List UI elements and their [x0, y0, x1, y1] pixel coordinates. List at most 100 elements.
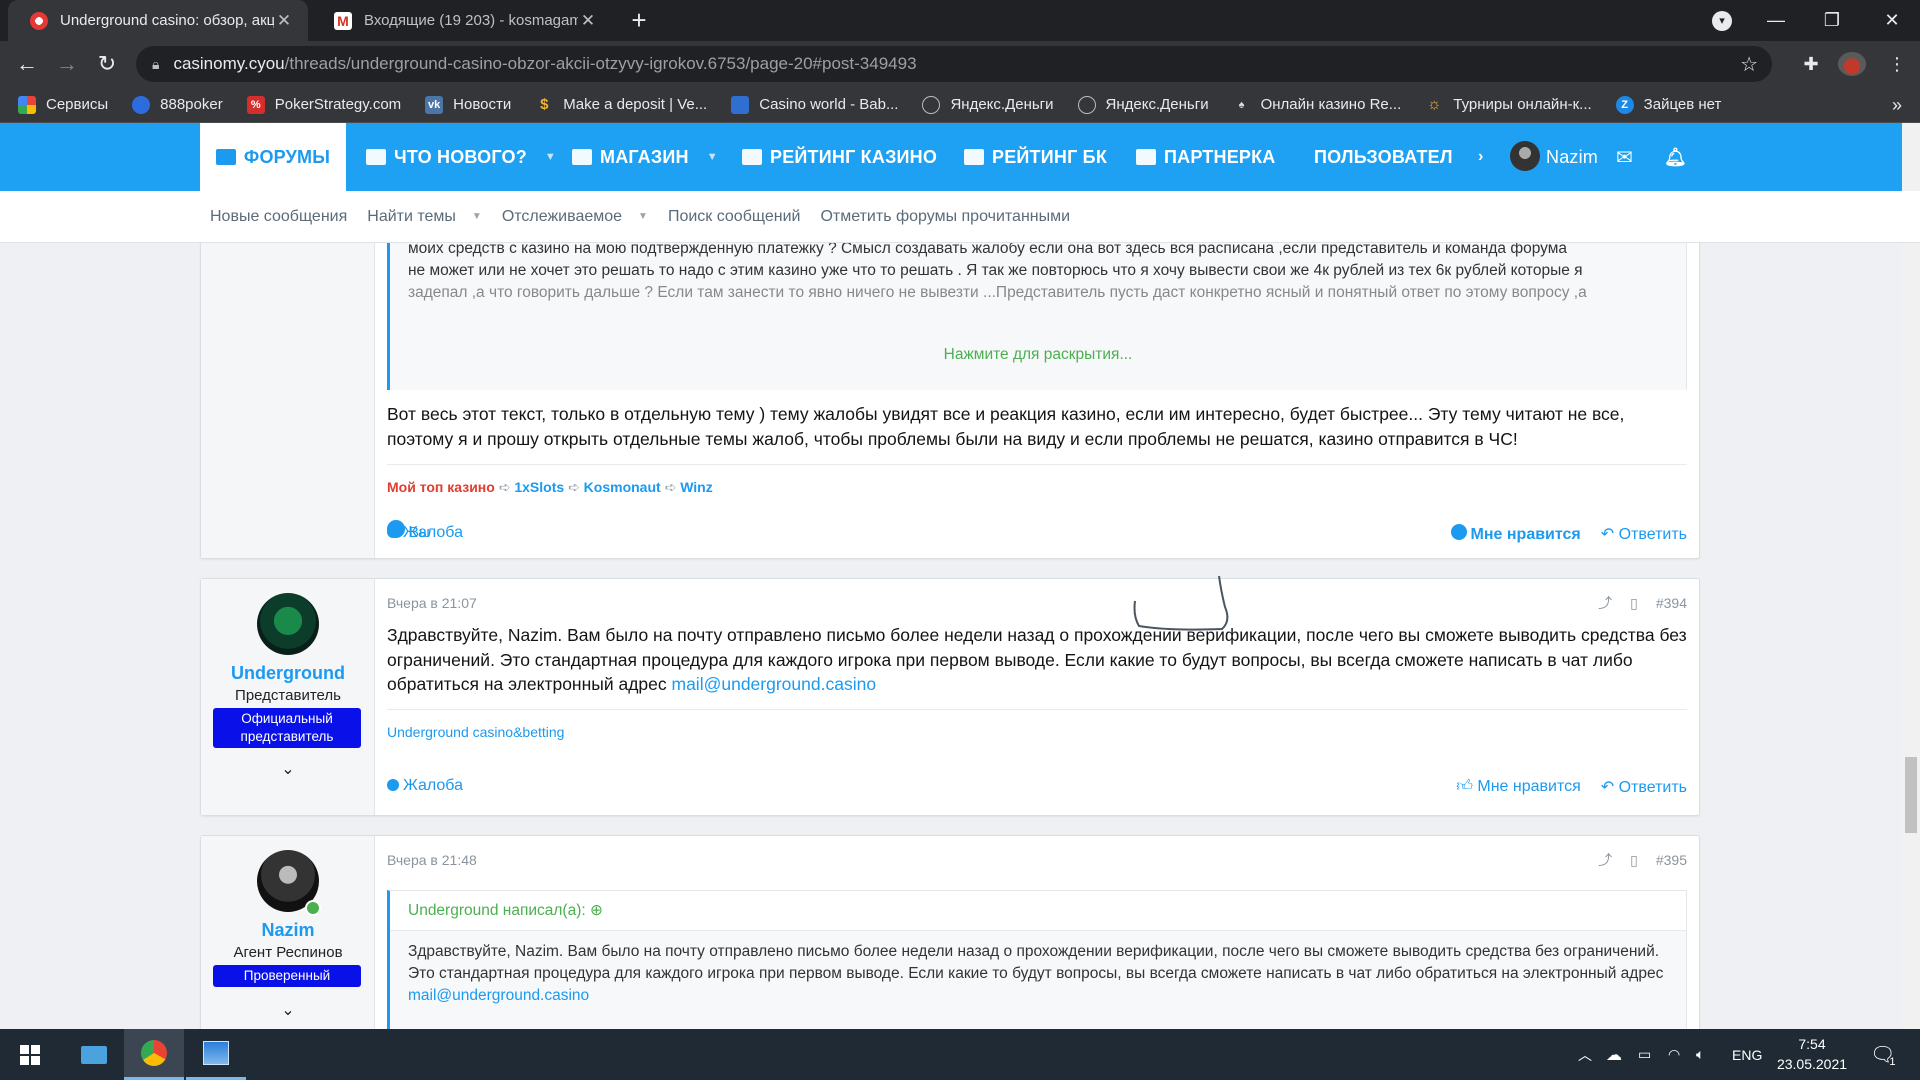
chrome-taskbar-icon[interactable] [124, 1029, 184, 1080]
avatar[interactable] [257, 593, 319, 655]
nav-users[interactable]: ПОЛЬЗОВАТЕЛ [1306, 123, 1452, 191]
quote-header[interactable]: Underground написал(а): ⊕ [390, 891, 1686, 931]
blue-square-icon [731, 95, 750, 114]
tab-underground-casino[interactable]: Underground casino: обзор, акци ✕ [8, 0, 308, 41]
bookmark-online-casino[interactable]: ♠ Онлайн казино Re... [1233, 96, 1402, 114]
onedrive-icon[interactable]: ☁ [1606, 1029, 1622, 1080]
close-tab-icon[interactable]: ✕ [578, 11, 598, 31]
chevron-down-icon[interactable]: ▼ [638, 211, 648, 222]
forward-icon[interactable]: → [52, 49, 82, 79]
bookmark-deposit[interactable]: $ Make a deposit | Ve... [535, 96, 707, 114]
bookmark-services[interactable]: Сервисы [18, 95, 108, 114]
post-author-name[interactable]: Nazim [201, 920, 375, 941]
sig-link-kosmonaut[interactable]: Kosmonaut [584, 479, 661, 495]
notifications-icon[interactable]: 🗨︎ 1 [1870, 1029, 1896, 1080]
nav-username[interactable]: Nazim [1546, 123, 1598, 191]
subnav-watched[interactable]: Отслеживаемое ▼ [502, 208, 648, 226]
windows-start-icon[interactable] [0, 1029, 60, 1080]
sig-link-1xslots[interactable]: 1xSlots [514, 479, 564, 495]
tab-search-icon[interactable]: ▾ [1712, 11, 1732, 31]
like-button[interactable]: Мне нравится [1450, 524, 1581, 544]
jump-to-quote-icon[interactable]: ⊕ [590, 902, 603, 919]
reply-button[interactable]: ↶ Ответить [1601, 777, 1687, 797]
bookmark-888poker[interactable]: 888poker [132, 95, 223, 114]
bell-icon[interactable]: 🔔︎ [1664, 123, 1687, 191]
quote-line: задепал ,а что говорить дальше ? Если та… [408, 284, 1587, 301]
percent-icon: % [246, 95, 265, 114]
system-clock[interactable]: 7:54 23.05.2021 [1774, 1034, 1850, 1074]
post-author-name[interactable]: Underground [201, 663, 375, 684]
file-explorer-icon[interactable] [64, 1029, 124, 1080]
post-395: Nazim Агент Респинов Проверенный ⌄ Вчера… [200, 835, 1700, 1029]
post-body: Вчера в 21:48 ⤴ ▯ #395 Underground напис… [387, 836, 1687, 1029]
bookmark-zaycev[interactable]: Z Зайцев нет [1615, 95, 1721, 114]
battery-icon[interactable]: ▭ [1638, 1029, 1651, 1080]
reply-button[interactable]: ↶ Ответить [1601, 524, 1687, 544]
tab-gmail-inbox[interactable]: M Входящие (19 203) - kosmagame ✕ [312, 0, 612, 41]
report-button[interactable]: Жалоба [387, 777, 463, 795]
chevron-down-icon[interactable]: ▼ [707, 151, 718, 163]
chrome-menu-icon[interactable]: ⋮ [1884, 51, 1910, 77]
chevron-down-icon[interactable]: ⌄ [201, 1000, 375, 1020]
user-avatar[interactable] [1510, 141, 1540, 171]
browser-toolbar: ← → ↻ 🔒︎ casinomy.cyou/threads/undergrou… [0, 41, 1920, 87]
share-icon[interactable]: ⤴ [1598, 850, 1612, 870]
quote-block: моих средств с казино на мою подтвержден… [387, 243, 1687, 390]
subnav-find-threads[interactable]: Найти темы ▼ [367, 208, 482, 226]
nav-bk-rating[interactable]: РЕЙТИНГ БК [964, 123, 1107, 191]
new-tab-button[interactable]: + [624, 6, 654, 36]
bookmark-icon[interactable]: ▯ [1630, 595, 1638, 612]
page-scrollbar[interactable] [1902, 123, 1920, 1029]
signature-link[interactable]: Underground casino&betting [387, 724, 564, 740]
chevron-down-icon[interactable]: ⌄ [201, 759, 375, 779]
sig-link-winz[interactable]: Winz [680, 479, 713, 495]
bookmark-casino-world[interactable]: Casino world - Bab... [731, 95, 898, 114]
share-icon[interactable]: ⤴ [1598, 593, 1612, 613]
close-tab-icon[interactable]: ✕ [274, 11, 294, 31]
email-link[interactable]: mail@underground.casino [408, 987, 589, 1004]
nav-forums[interactable]: ФОРУМЫ [200, 123, 346, 191]
bookmark-yandex-money-2[interactable]: Яндекс.Деньги [1077, 95, 1209, 114]
bookmark-tournaments[interactable]: ☼ Турниры онлайн-к... [1425, 96, 1592, 114]
minimize-button[interactable]: — [1748, 0, 1804, 41]
profile-avatar[interactable] [1838, 52, 1866, 76]
reload-icon[interactable]: ↻ [92, 49, 122, 79]
nav-whats-new[interactable]: ЧТО НОВОГО? ▼ [366, 123, 556, 191]
show-hidden-icons[interactable]: ︿ [1578, 1029, 1592, 1080]
subnav-search-posts[interactable]: Поиск сообщений [668, 208, 801, 226]
nav-partners[interactable]: ПАРТНЕРКА [1136, 123, 1276, 191]
chevron-down-icon[interactable]: ▼ [545, 151, 556, 163]
post-time[interactable]: Вчера в 21:48 [387, 852, 477, 868]
address-bar[interactable]: 🔒︎ casinomy.cyou/threads/underground-cas… [136, 46, 1772, 82]
bookmark-star-icon[interactable]: ☆ [1740, 52, 1758, 77]
like-button[interactable]: 👍︎ Мне нравится [1456, 777, 1581, 797]
email-link[interactable]: mail@underground.casino [672, 674, 877, 694]
expand-quote-link[interactable]: Нажмите для раскрытия... [390, 346, 1686, 364]
bookmark-yandex-money-1[interactable]: Яндекс.Деньги [922, 95, 1054, 114]
volume-icon[interactable]: 🔈︎ [1696, 1029, 1704, 1080]
restore-button[interactable]: ❐ [1804, 0, 1860, 41]
post-time[interactable]: Вчера в 21:07 [387, 595, 477, 611]
bookmarks-bar: Сервисы 888poker % PokerStrategy.com vk Но… [0, 87, 1920, 123]
more-bookmarks-icon[interactable]: » [1892, 95, 1902, 116]
bookmark-pokerstrategy[interactable]: % PokerStrategy.com [246, 95, 401, 114]
scrollbar-thumb[interactable] [1905, 757, 1917, 833]
nav-shop[interactable]: МАГАЗИН ▼ [572, 123, 718, 191]
language-indicator[interactable]: ENG [1732, 1029, 1762, 1080]
wifi-icon[interactable]: ◠ [1668, 1029, 1680, 1080]
post-number[interactable]: #395 [1656, 852, 1687, 868]
subnav-new-posts[interactable]: Новые сообщения [210, 208, 347, 226]
close-window-button[interactable]: ✕ [1864, 0, 1920, 41]
report-button[interactable]: Жалоба [387, 524, 463, 542]
chevron-down-icon[interactable]: ▼ [472, 211, 482, 222]
back-icon[interactable]: ← [12, 49, 42, 79]
nav-casino-rating[interactable]: РЕЙТИНГ КАЗИНО [742, 123, 937, 191]
bookmark-icon[interactable]: ▯ [1630, 852, 1638, 869]
extensions-puzzle-icon[interactable]: ✚ [1798, 51, 1824, 77]
mail-icon[interactable]: ✉ [1616, 123, 1633, 191]
nav-more-chevron-icon[interactable]: › [1478, 123, 1484, 191]
subnav-mark-read[interactable]: Отметить форумы прочитанными [820, 208, 1070, 226]
post-number[interactable]: #394 [1656, 595, 1687, 611]
bookmark-news[interactable]: vk Новости [425, 95, 511, 114]
photos-taskbar-icon[interactable] [186, 1029, 246, 1080]
